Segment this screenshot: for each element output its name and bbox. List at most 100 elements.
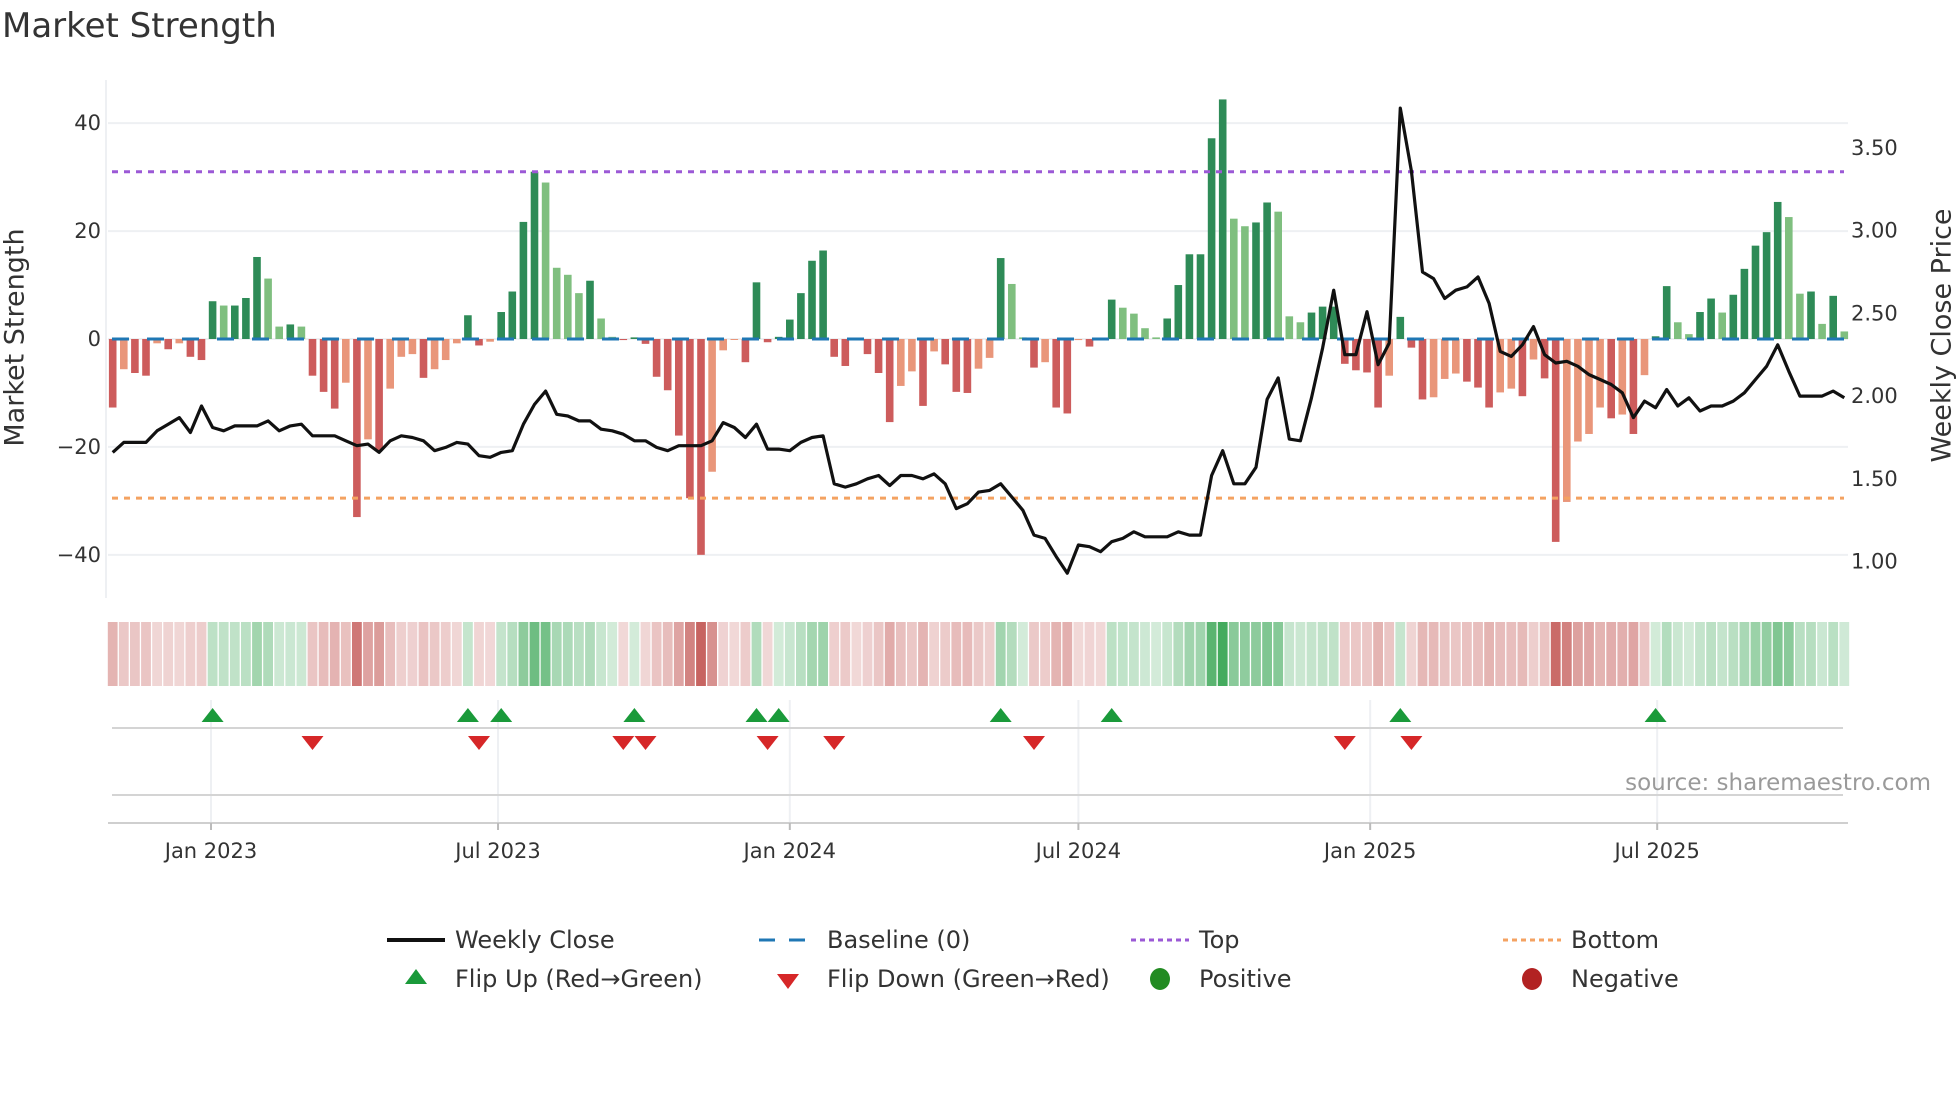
heat-strip-cell	[1006, 622, 1017, 686]
strength-bar	[708, 339, 716, 472]
strength-bar	[486, 339, 494, 342]
strength-bar	[996, 258, 1005, 339]
strength-bar	[197, 339, 206, 361]
flip-up-marker	[745, 708, 768, 722]
heat-strip-cell	[1739, 622, 1750, 686]
dashed-line-swatch-icon	[759, 938, 817, 942]
legend-label: Positive	[1199, 965, 1292, 993]
strength-bar	[830, 339, 838, 357]
strength-bar	[952, 339, 961, 392]
flip-up-marker	[989, 708, 1012, 722]
heat-strip-cell	[1439, 622, 1450, 686]
strength-bar	[541, 182, 550, 339]
strength-bar	[1074, 339, 1083, 341]
heat-strip-cell	[229, 622, 240, 686]
heat-strip-cell	[1151, 622, 1161, 686]
heat-strip-cell	[1473, 622, 1483, 686]
strength-bar	[1152, 337, 1160, 339]
strength-bar	[1574, 339, 1582, 442]
flip-down-marker	[634, 736, 657, 750]
heat-strip-cell	[152, 622, 162, 686]
legend-baseline[interactable]: Baseline (0)	[757, 925, 970, 955]
heat-strip-cell	[1783, 622, 1794, 686]
strength-bar	[1063, 339, 1072, 414]
dotted-line-swatch-icon	[1503, 938, 1561, 942]
strength-bar	[1263, 202, 1271, 339]
strength-bar	[841, 339, 850, 366]
strength-bar	[464, 315, 472, 339]
strength-bar	[1119, 307, 1127, 339]
strength-bar	[330, 339, 339, 409]
legend-label: Baseline (0)	[827, 926, 971, 954]
strength-bar	[1463, 339, 1471, 382]
heat-strip-cell	[285, 622, 296, 686]
strength-bar	[1052, 339, 1060, 408]
strength-bar	[1474, 339, 1482, 388]
heat-strip-cell	[1295, 622, 1306, 686]
strength-bar	[808, 260, 816, 339]
heat-strip-cell	[518, 622, 529, 686]
strength-bar	[419, 339, 428, 378]
x-tick-label: Jan 2024	[742, 839, 837, 863]
heat-strip-cell	[784, 622, 795, 686]
heat-strip-cell	[1373, 622, 1383, 686]
heat-strip-cell	[218, 622, 229, 686]
strength-bar	[530, 171, 539, 339]
heat-strip-cell	[1317, 622, 1328, 686]
heat-strip-cell	[496, 622, 507, 686]
x-tick-label: Jan 2025	[1322, 839, 1417, 863]
heat-strip-cell	[751, 622, 762, 686]
heat-strip-cell	[940, 622, 951, 686]
legend-positive[interactable]: Positive	[1129, 964, 1292, 994]
strength-bar	[930, 339, 938, 352]
flip-up-marker	[1389, 708, 1412, 722]
heat-strip-cell	[1040, 622, 1050, 686]
heat-strip-cell	[1251, 622, 1261, 686]
heat-strip-cell	[1306, 622, 1317, 686]
heat-strip-cell	[1550, 622, 1561, 686]
strength-bar	[1363, 339, 1371, 373]
heat-strip-cell	[873, 622, 884, 686]
heat-strip-cell	[1606, 622, 1617, 686]
strength-bar	[941, 339, 949, 365]
heat-strip-cell	[163, 622, 174, 686]
heat-strip-cell	[1828, 622, 1839, 686]
strength-bar	[1252, 222, 1260, 339]
heat-strip-cell	[463, 622, 473, 686]
heat-strip-cell	[1029, 622, 1039, 686]
heat-strip-cell	[1462, 622, 1472, 686]
legend-label: Top	[1199, 926, 1240, 954]
strength-bar	[264, 278, 272, 339]
strength-bar	[1440, 339, 1449, 379]
legend-label: Bottom	[1571, 926, 1660, 954]
heat-strip-cell	[263, 622, 273, 686]
strength-bar	[1241, 226, 1249, 339]
strength-bar	[919, 339, 927, 406]
strength-bar	[1718, 312, 1726, 339]
heat-strip-cell	[1506, 622, 1517, 686]
y-tick-label: −40	[57, 543, 101, 567]
heat-strip-cell	[1650, 622, 1661, 686]
legend-negative[interactable]: Negative	[1501, 964, 1679, 994]
legend-flip-up[interactable]: Flip Up (Red→Green)	[385, 964, 703, 994]
strength-bar	[1008, 283, 1016, 339]
legend-bottom[interactable]: Bottom	[1501, 925, 1659, 955]
heat-strip-cell	[1073, 622, 1084, 686]
heat-strip-cell	[141, 622, 151, 686]
strength-bar	[1585, 339, 1593, 434]
flip-up-marker	[456, 708, 479, 722]
heat-strip-cell	[1162, 622, 1173, 686]
strength-bar	[597, 318, 605, 339]
strength-bar	[719, 339, 727, 351]
strength-bar	[242, 297, 250, 339]
heat-strip-cell	[474, 622, 484, 686]
legend-weekly-close[interactable]: Weekly Close	[385, 925, 615, 955]
legend-flip-down[interactable]: Flip Down (Green→Red)	[757, 964, 1110, 994]
heat-strip-cell	[762, 622, 773, 686]
heat-strip-cell	[352, 622, 362, 686]
heat-strip-cell	[1495, 622, 1506, 686]
market-strength-chart: 40 20 0 −20 −40 3.50 3.00 2.50 2.00 1.50 1.00 Jan 2…	[57, 80, 1898, 863]
legend-top[interactable]: Top	[1129, 925, 1240, 955]
heat-strip-cell	[796, 622, 806, 686]
heat-strip-cell	[1661, 622, 1672, 686]
